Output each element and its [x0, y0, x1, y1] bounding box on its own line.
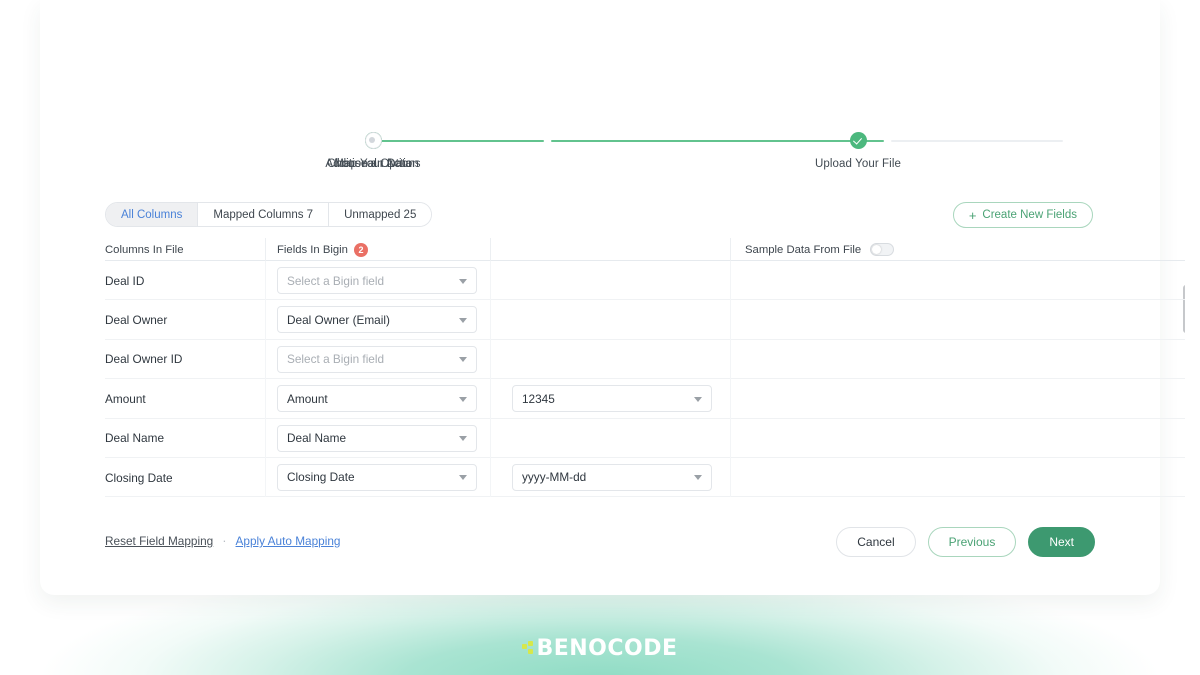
check-circle-icon — [849, 132, 867, 149]
chevron-down-icon — [694, 475, 702, 481]
format-value: yyyy-MM-dd — [522, 470, 587, 485]
header-fields-in-bigin: Fields In Bigin 2 — [277, 238, 368, 261]
table-body: Deal ID Select a Bigin field Deal Owner … — [105, 261, 1185, 515]
next-button[interactable]: Next — [1028, 527, 1095, 557]
status-badge: 2 — [353, 242, 368, 257]
table-row: Deal ID Select a Bigin field — [105, 261, 1185, 301]
field-mapping-table: Columns In File Fields In Bigin 2 Sample… — [105, 238, 1185, 515]
row-divider-1 — [265, 261, 266, 301]
step-label: Upload Your File — [815, 158, 901, 170]
chevron-down-icon — [459, 317, 467, 323]
row-divider-1 — [265, 418, 266, 458]
header-sample-data-label: Sample Data From File — [745, 243, 862, 256]
column-name: Amount — [105, 391, 146, 406]
step-label: Additional Options — [325, 158, 421, 170]
column-name: Closing Date — [105, 470, 173, 485]
bigin-field-select[interactable]: Amount — [277, 385, 477, 413]
row-divider-3 — [730, 457, 731, 498]
step-additional-options[interactable]: Additional Options — [288, 132, 458, 170]
bigin-field-value: Closing Date — [287, 470, 355, 485]
chevron-down-icon — [459, 278, 467, 284]
create-new-fields-label: Create New Fields — [982, 209, 1077, 221]
row-divider-3 — [730, 379, 731, 419]
stepper-connector-2 — [551, 139, 884, 142]
bigin-field-value: Deal Name — [287, 431, 347, 446]
wizard-card: Upload Your File Choose an Action Map Yo… — [40, 0, 1185, 595]
column-name: Deal Owner ID — [105, 352, 183, 367]
header-fields-in-bigin-label: Fields In Bigin — [277, 243, 348, 256]
table-row: Closing Date Closing Date yyyy-MM-dd — [105, 457, 1185, 498]
bottom-gradient-band — [0, 585, 1200, 675]
chevron-down-icon — [694, 396, 702, 402]
row-divider-2 — [490, 300, 491, 340]
header-sample-data-from-file: Sample Data From File — [745, 238, 895, 261]
stepper-connector-1 — [381, 139, 544, 142]
column-name: Deal Name — [105, 431, 165, 446]
bigin-field-select[interactable]: Deal Name — [277, 424, 477, 452]
tab-mapped-columns[interactable]: Mapped Columns 7 — [198, 203, 330, 226]
row-divider-1 — [265, 379, 266, 419]
bigin-field-select[interactable]: Deal Owner (Email) — [277, 306, 477, 334]
bigin-field-value: Deal Owner (Email) — [287, 312, 390, 327]
previous-button[interactable]: Previous — [927, 527, 1017, 557]
row-divider-1 — [265, 339, 266, 380]
bigin-field-value: Amount — [287, 391, 328, 406]
chevron-down-icon — [459, 436, 467, 442]
apply-auto-mapping-link[interactable]: Apply Auto Mapping — [236, 534, 341, 548]
progress-stepper: Upload Your File Choose an Action Map Yo… — [288, 132, 1063, 176]
plus-icon: + — [968, 207, 977, 223]
row-divider-2 — [490, 418, 491, 458]
row-divider-2 — [490, 339, 491, 380]
row-divider-2 — [490, 261, 491, 301]
row-divider-3 — [730, 339, 731, 380]
tab-all-columns[interactable]: All Columns — [106, 203, 199, 226]
table-row: Deal Owner Deal Owner (Email) — [105, 300, 1185, 340]
row-divider-3 — [730, 300, 731, 340]
table-header-row: Columns In File Fields In Bigin 2 Sample… — [105, 238, 1185, 261]
sample-data-toggle[interactable] — [870, 243, 895, 256]
format-select[interactable]: yyyy-MM-dd — [512, 463, 712, 491]
reset-field-mapping-link[interactable]: Reset Field Mapping — [105, 534, 213, 548]
column-name: Deal Owner — [105, 313, 168, 328]
table-row: Amount Amount 12345 — [105, 379, 1185, 419]
chevron-down-icon — [459, 357, 467, 363]
column-filter-tabs: All Columns Mapped Columns 7 Unmapped 25 — [105, 202, 433, 227]
row-divider-2 — [490, 379, 491, 419]
header-columns-in-file: Columns In File — [105, 243, 184, 256]
pending-step-dot-icon — [364, 132, 382, 149]
chevron-down-icon — [459, 475, 467, 481]
cancel-button[interactable]: Cancel — [836, 527, 916, 557]
format-value: 12345 — [522, 391, 555, 406]
watermark-text: BENOCODE — [536, 636, 678, 661]
benocode-logo-mark — [522, 641, 535, 657]
chevron-down-icon — [459, 396, 467, 402]
tab-unmapped[interactable]: Unmapped 25 — [329, 203, 432, 226]
bigin-field-select[interactable]: Select a Bigin field — [277, 267, 477, 294]
footer-buttons: Cancel Previous Next — [836, 527, 1095, 557]
row-divider-3 — [730, 261, 731, 301]
page-root: BENOCODE Upload Your File Choose an Acti… — [0, 0, 1200, 675]
format-select[interactable]: 12345 — [512, 385, 712, 413]
bigin-field-select[interactable]: Select a Bigin field — [277, 345, 477, 373]
header-divider-1 — [265, 238, 266, 261]
table-row: Deal Name Deal Name — [105, 418, 1185, 458]
header-divider-2 — [490, 238, 491, 261]
bigin-field-select[interactable]: Closing Date — [277, 463, 477, 491]
row-divider-1 — [265, 457, 266, 498]
create-new-fields-button[interactable]: + Create New Fields — [952, 202, 1093, 228]
column-name: Deal ID — [105, 273, 145, 288]
table-row: Deal Owner ID Select a Bigin field — [105, 339, 1185, 380]
stepper-connector-3 — [891, 139, 1063, 142]
step-upload-your-file[interactable]: Upload Your File — [758, 132, 958, 170]
row-divider-1 — [265, 300, 266, 340]
header-divider-3 — [730, 238, 731, 261]
row-divider-2 — [490, 457, 491, 498]
row-divider-3 — [730, 418, 731, 458]
benocode-watermark: BENOCODE — [0, 636, 1200, 661]
footer-links: Reset Field Mapping · Apply Auto Mapping — [105, 532, 341, 549]
link-separator: · — [222, 532, 227, 548]
bigin-field-value: Select a Bigin field — [287, 352, 385, 367]
bigin-field-value: Select a Bigin field — [287, 273, 385, 288]
